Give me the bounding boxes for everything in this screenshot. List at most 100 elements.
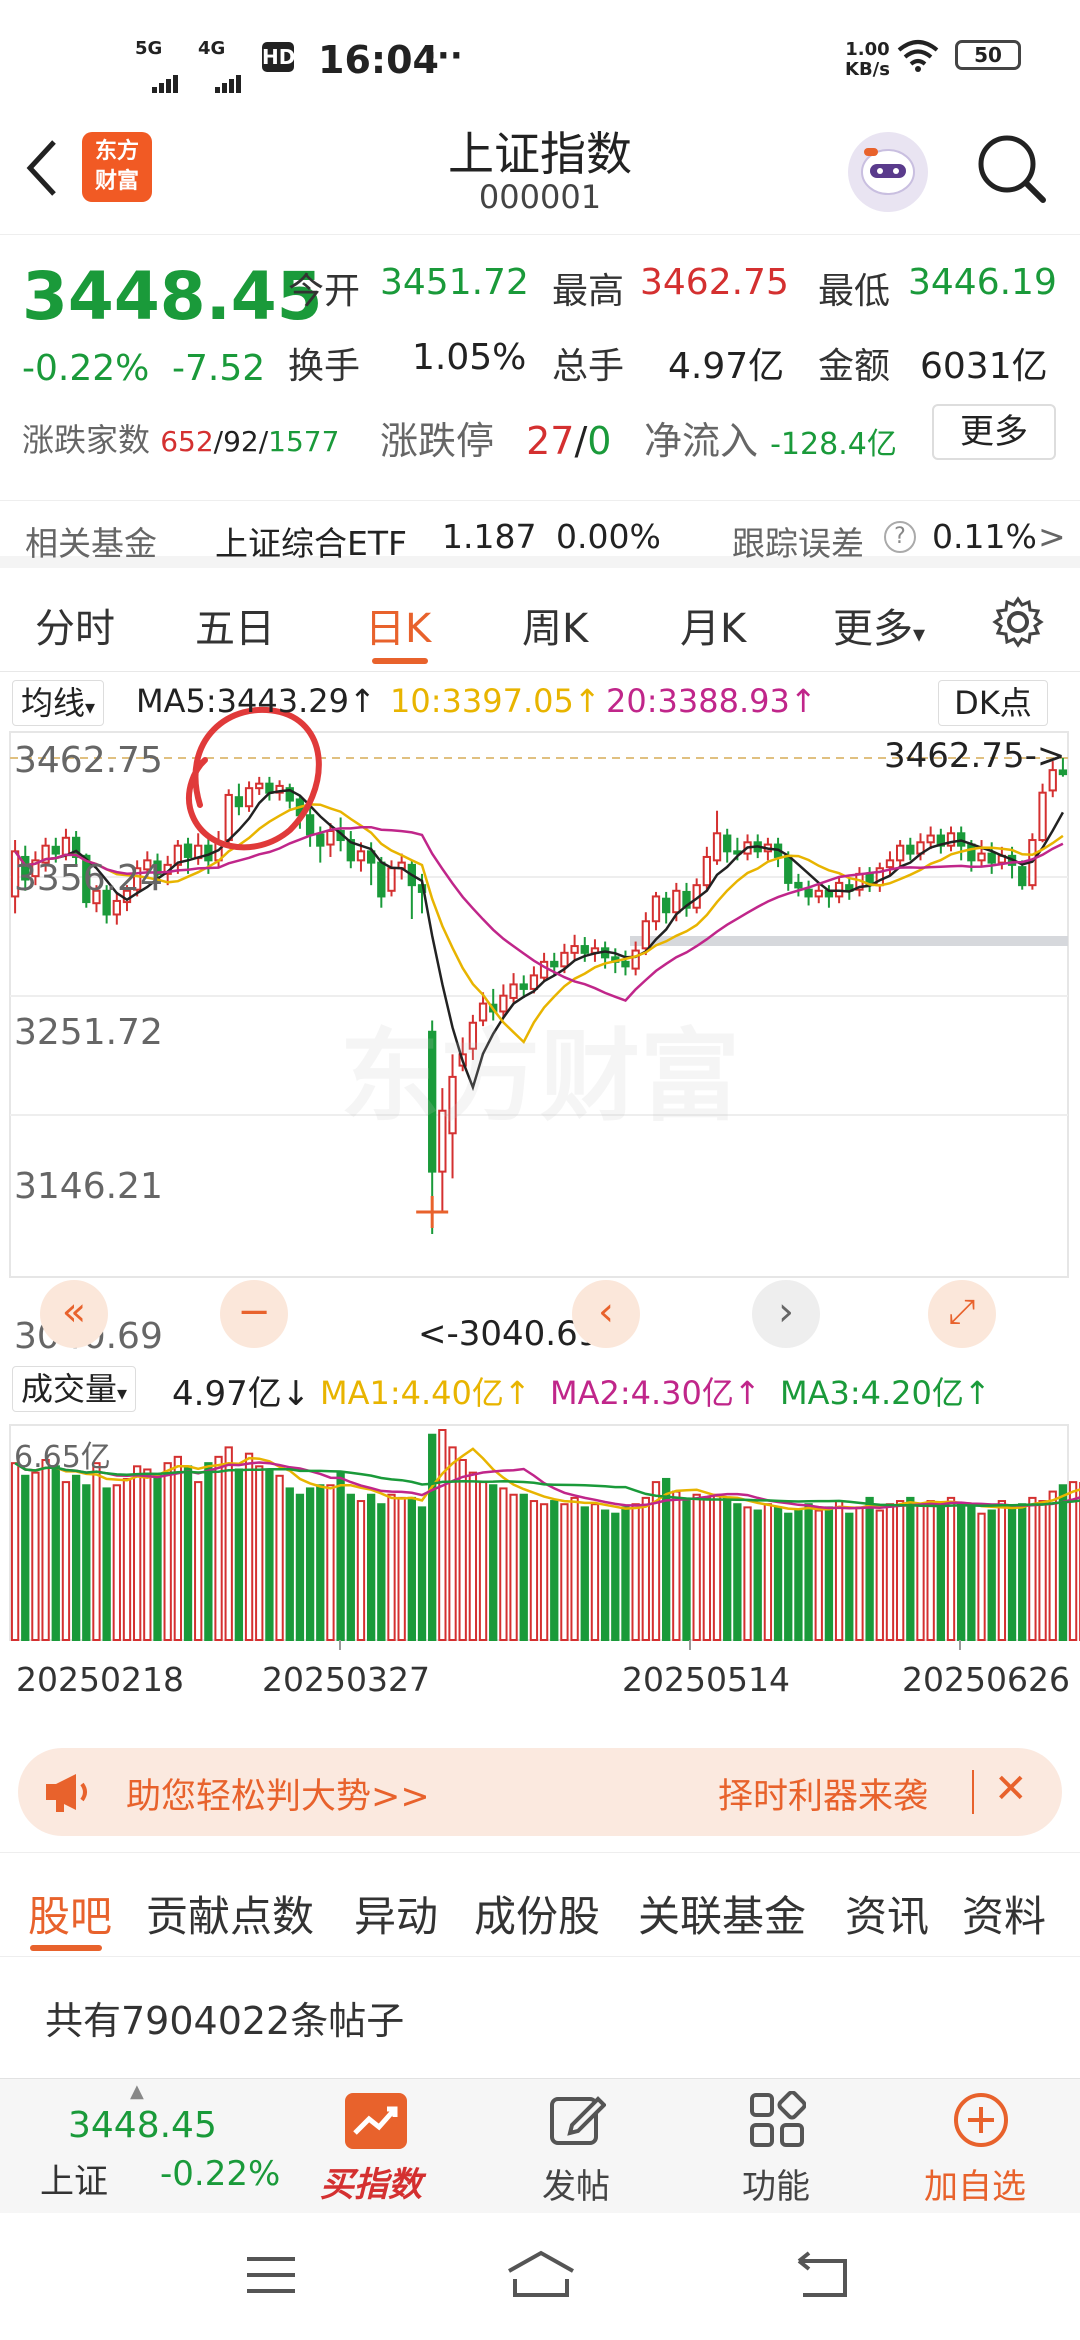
tab-guba[interactable]: 股吧	[28, 1883, 112, 1944]
dk-point-button[interactable]: DK点	[938, 680, 1048, 726]
breadth-row: 涨跌家数 652/92/1577	[22, 421, 340, 459]
tab-constituents[interactable]: 成份股	[474, 1883, 600, 1944]
home-icon[interactable]	[505, 2249, 577, 2303]
tab-movement[interactable]: 异动	[354, 1883, 438, 1944]
back-nav-icon[interactable]	[795, 2251, 851, 2303]
volume-bar	[824, 1506, 834, 1641]
tab-news[interactable]: 资讯	[845, 1883, 929, 1944]
banner-right-text: 择时利器来袭	[718, 1777, 929, 1817]
volume-select[interactable]: 成交量▾	[12, 1366, 137, 1412]
candle-body	[377, 861, 386, 898]
more-button[interactable]: 更多	[932, 404, 1056, 460]
volume-bar	[936, 1506, 945, 1641]
volume-bar	[600, 1509, 610, 1641]
active-tab-indicator	[372, 658, 428, 664]
search-icon[interactable]	[975, 132, 1049, 210]
add-watchlist-button[interactable]: 加自选	[924, 2159, 1026, 2208]
candle-body	[987, 852, 996, 864]
tab-weekly-k[interactable]: 周K	[522, 596, 588, 654]
tab-monthly-k[interactable]: 月K	[680, 596, 746, 654]
related-fund-row[interactable]: 相关基金 上证综合ETF 1.187 0.00% 跟踪误差 ? 0.11% >	[0, 500, 1080, 568]
candle-body	[814, 889, 823, 898]
volume-bar	[499, 1487, 508, 1642]
volume-bar	[702, 1496, 712, 1641]
mini-price[interactable]: 3448.45	[68, 2105, 217, 2146]
app-header: 东方 财富 上证指数 000001	[0, 110, 1080, 235]
menu-icon[interactable]	[245, 2253, 297, 2301]
volume-bar	[438, 1429, 447, 1641]
candle-body	[662, 897, 671, 914]
volume-bar	[987, 1509, 996, 1641]
settings-gear-icon[interactable]	[992, 596, 1044, 658]
volume-bar	[1018, 1503, 1027, 1641]
scroll-back-icon[interactable]: «	[40, 1280, 108, 1348]
tab-more[interactable]: 更多▾	[833, 596, 925, 654]
volume-bar	[387, 1493, 396, 1641]
volume-bar	[560, 1503, 569, 1641]
candle-body	[316, 833, 325, 847]
ma20-line	[14, 825, 1064, 1002]
zoom-out-icon[interactable]: −	[220, 1280, 288, 1348]
function-grid-icon[interactable]	[748, 2090, 807, 2153]
candle-body	[519, 983, 528, 990]
candle-body	[1038, 791, 1047, 842]
amount-value: 6031亿	[920, 346, 1048, 387]
tab-intraday[interactable]: 分时	[35, 596, 115, 654]
candle-body	[305, 814, 315, 836]
buy-index-button[interactable]: 买指数	[320, 2157, 422, 2206]
turnover-value: 1.05%	[412, 337, 527, 378]
volume-bar	[41, 1459, 50, 1641]
x-date-label: 20250514	[622, 1660, 790, 1699]
volume-bar	[224, 1446, 233, 1641]
x-date-label: 20250626	[902, 1660, 1070, 1699]
robot-assistant-icon[interactable]	[848, 132, 928, 212]
volume-bar	[845, 1512, 854, 1641]
trend-chart-icon[interactable]	[345, 2093, 407, 2149]
high-label: 最高	[552, 271, 625, 312]
volume-bar	[1007, 1506, 1017, 1641]
tab-related-funds[interactable]: 关联基金	[638, 1883, 806, 1944]
expand-icon[interactable]: ⤢	[928, 1280, 996, 1348]
active-tab-indicator	[30, 1945, 102, 1951]
volume-bar	[61, 1481, 71, 1642]
tab-profile[interactable]: 资料	[962, 1883, 1046, 1944]
candle-body	[529, 974, 539, 990]
function-button[interactable]: 功能	[742, 2159, 810, 2208]
banner-divider	[972, 1770, 974, 1814]
add-circle-icon[interactable]	[952, 2091, 1010, 2153]
candle-body	[326, 830, 335, 846]
tab-five-day[interactable]: 五日	[195, 596, 275, 654]
volume-bar	[407, 1496, 416, 1641]
candle-body	[61, 836, 71, 856]
volume-bar	[926, 1500, 935, 1641]
edit-post-icon[interactable]	[548, 2091, 607, 2153]
volume-bar	[814, 1509, 823, 1641]
volume-bar	[1068, 1481, 1078, 1642]
caret-up-icon: ▲	[130, 2081, 144, 2102]
post-button[interactable]: 发帖	[542, 2159, 610, 2208]
volume-bar	[611, 1512, 620, 1641]
promo-banner[interactable]: 助您轻松判大势>> 择时利器来袭 ✕	[18, 1748, 1062, 1836]
candle-body	[794, 881, 803, 889]
volume-bar	[295, 1493, 305, 1641]
volume-bar	[377, 1503, 386, 1641]
volume-max-label: 6.65亿	[14, 1440, 111, 1475]
x-date-label: 20250327	[262, 1660, 430, 1699]
vol-ma1-legend: MA1:4.40亿↑	[320, 1374, 531, 1412]
volume-bar	[509, 1493, 518, 1641]
tab-contribution[interactable]: 贡献点数	[146, 1883, 314, 1944]
high-value: 3462.75	[640, 262, 789, 303]
volume-bar	[31, 1471, 40, 1642]
volume-value: 4.97亿	[668, 346, 785, 387]
scroll-next-icon[interactable]: ›	[752, 1280, 820, 1348]
close-icon[interactable]: ✕	[994, 1766, 1028, 1812]
system-nav-bar	[0, 2213, 1080, 2340]
ma-select[interactable]: 均线▾	[12, 680, 105, 726]
volume-bar	[1058, 1484, 1068, 1642]
help-icon[interactable]: ?	[884, 521, 916, 553]
volume-bar	[183, 1465, 193, 1641]
volume-bar	[1048, 1490, 1057, 1641]
volume-bar	[173, 1455, 183, 1641]
tab-daily-k[interactable]: 日K	[365, 596, 431, 654]
scroll-prev-icon[interactable]: ‹	[572, 1280, 640, 1348]
